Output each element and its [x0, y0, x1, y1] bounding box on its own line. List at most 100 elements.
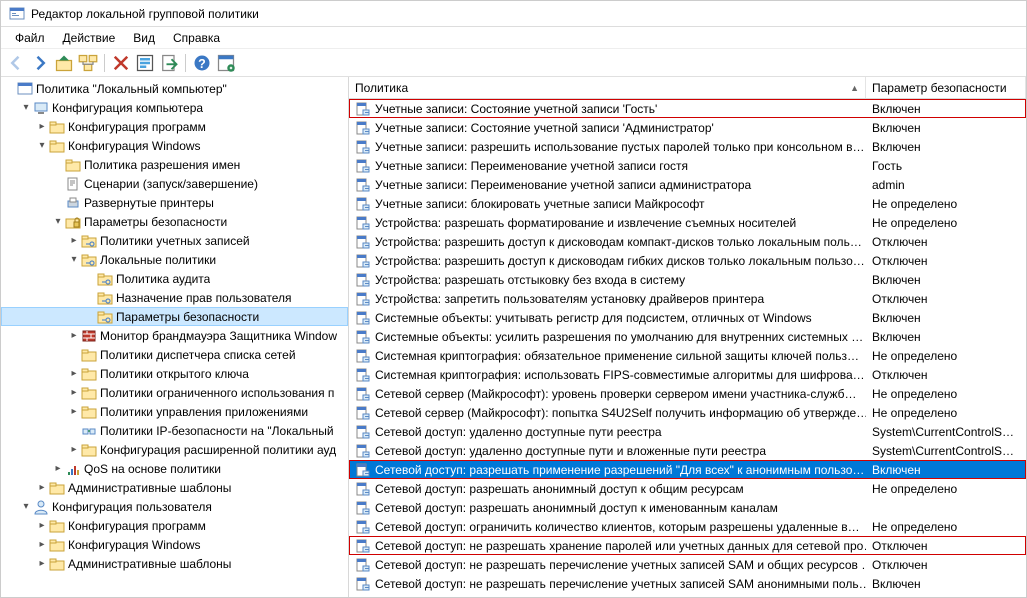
policy-row[interactable]: Учетные записи: Переименование учетной з… [349, 175, 1026, 194]
properties-button[interactable] [215, 52, 237, 74]
policy-row[interactable]: Сетевой доступ: удаленно доступные пути … [349, 422, 1026, 441]
expand-right-icon[interactable]: ▸ [67, 444, 81, 455]
expand-down-icon[interactable]: ▾ [51, 216, 65, 227]
policy-row[interactable]: Системная криптография: обязательное при… [349, 346, 1026, 365]
tree-node[interactable]: ▾Локальные политики [1, 250, 348, 269]
tree-node[interactable]: Развернутые принтеры [1, 193, 348, 212]
expand-down-icon[interactable]: ▾ [19, 501, 33, 512]
policy-row[interactable]: Системные объекты: учитывать регистр для… [349, 308, 1026, 327]
policy-row[interactable]: Сетевой доступ: разрешать применение раз… [349, 460, 1026, 479]
tree-node[interactable]: Сценарии (запуск/завершение) [1, 174, 348, 193]
help-button[interactable]: ? [191, 52, 213, 74]
policy-icon [355, 386, 371, 402]
back-button[interactable] [5, 52, 27, 74]
tree-node[interactable]: ▸QoS на основе политики [1, 459, 348, 478]
tree-node[interactable]: ▾Конфигурация Windows [1, 136, 348, 155]
policy-row[interactable]: Сетевой сервер (Майкрософт): уровень про… [349, 384, 1026, 403]
policy-row[interactable]: Устройства: разрешать отстыковку без вхо… [349, 270, 1026, 289]
expand-right-icon[interactable]: ▸ [35, 539, 49, 550]
tree-node[interactable]: ▸Конфигурация расширенной политики ауд [1, 440, 348, 459]
policy-row[interactable]: Сетевой доступ: не разрешать перечислени… [349, 574, 1026, 593]
policy-row[interactable]: Сетевой доступ: разрешать анонимный дост… [349, 479, 1026, 498]
tree-node[interactable]: ▸ Административные шаблоны [1, 554, 348, 573]
tree-node[interactable]: ▾Параметры безопасности [1, 212, 348, 231]
menu-item[interactable]: Файл [7, 29, 53, 47]
policy-row[interactable]: Устройства: разрешить доступ к дисковода… [349, 251, 1026, 270]
up-button[interactable] [53, 52, 75, 74]
policy-row[interactable]: Сетевой доступ: ограничить количество кл… [349, 517, 1026, 536]
tree-node[interactable]: Политики диспетчера списка сетей [1, 345, 348, 364]
policy-name-label: Учетные записи: разрешить использование … [375, 140, 864, 154]
expand-right-icon[interactable]: ▸ [67, 387, 81, 398]
forward-button[interactable] [29, 52, 51, 74]
expand-down-icon[interactable]: ▾ [35, 140, 49, 151]
policy-row[interactable]: Устройства: разрешать форматирование и и… [349, 213, 1026, 232]
delete-button[interactable] [110, 52, 132, 74]
tree-node-label: Монитор брандмауэра Защитника Window [100, 329, 337, 343]
policy-icon [355, 462, 371, 478]
policy-row[interactable]: Устройства: запретить пользователям уста… [349, 289, 1026, 308]
tree-node[interactable]: Параметры безопасности [1, 307, 348, 326]
tree-node[interactable]: ▸Политики открытого ключа [1, 364, 348, 383]
expand-down-icon[interactable]: ▾ [19, 102, 33, 113]
tree-node[interactable]: ▸Конфигурация программ [1, 516, 348, 535]
policy-row[interactable]: Учетные записи: Состояние учетной записи… [349, 118, 1026, 137]
tree-node[interactable]: ▸Конфигурация программ [1, 117, 348, 136]
tree-node-label: Административные шаблоны [68, 557, 231, 571]
policy-name-cell: Учетные записи: блокировать учетные запи… [349, 195, 866, 213]
menu-item[interactable]: Вид [125, 29, 163, 47]
policy-row[interactable]: Учетные записи: Состояние учетной записи… [349, 99, 1026, 118]
tree-node[interactable]: ▸ Политики управления приложениями [1, 402, 348, 421]
policy-row[interactable]: Системные объекты: усилить разрешения по… [349, 327, 1026, 346]
policy-row[interactable]: Сетевой доступ: разрешать анонимный дост… [349, 498, 1026, 517]
expand-right-icon[interactable]: ▸ [51, 463, 65, 474]
policy-name-cell: Учетные записи: разрешить использование … [349, 138, 866, 156]
policy-value-cell: Не определено [866, 386, 1026, 402]
tree-node[interactable]: ▸Административные шаблоны [1, 478, 348, 497]
column-value[interactable]: Параметр безопасности [866, 77, 1026, 98]
expand-down-icon[interactable]: ▾ [67, 254, 81, 265]
expand-right-icon[interactable]: ▸ [35, 482, 49, 493]
policy-name-cell: Сетевой доступ: ограничить количество кл… [349, 518, 866, 536]
tree-pane[interactable]: Политика "Локальный компьютер"▾Конфигура… [1, 77, 349, 597]
policy-row[interactable]: Сетевой сервер (Майкрософт): попытка S4U… [349, 403, 1026, 422]
expand-right-icon[interactable]: ▸ [67, 330, 81, 341]
tree-node[interactable]: Политика аудита [1, 269, 348, 288]
menu-item[interactable]: Справка [165, 29, 228, 47]
tree-root-node[interactable]: Политика "Локальный компьютер" [1, 79, 348, 98]
expand-right-icon[interactable]: ▸ [67, 368, 81, 379]
tree-node[interactable]: ▸Политики ограниченного использования п [1, 383, 348, 402]
policy-row[interactable]: Системная криптография: использовать FIP… [349, 365, 1026, 384]
policy-row[interactable]: Устройства: разрешить доступ к дисковода… [349, 232, 1026, 251]
expand-right-icon[interactable]: ▸ [35, 558, 49, 569]
expand-right-icon[interactable]: ▸ [35, 121, 49, 132]
policy-rows[interactable]: Учетные записи: Состояние учетной записи… [349, 99, 1026, 597]
policy-row[interactable]: Учетные записи: блокировать учетные запи… [349, 194, 1026, 213]
tree-node[interactable]: Политика разрешения имен [1, 155, 348, 174]
menu-item[interactable]: Действие [55, 29, 124, 47]
policy-row[interactable]: Учетные записи: разрешить использование … [349, 137, 1026, 156]
tree-node[interactable]: ▾Конфигурация компьютера [1, 98, 348, 117]
tree-node-label: Политики управления приложениями [100, 405, 308, 419]
tree-node[interactable]: Политики IP-безопасности на "Локальный [1, 421, 348, 440]
tree-node[interactable]: ▸Конфигурация Windows [1, 535, 348, 554]
policy-name-label: Учетные записи: блокировать учетные запи… [375, 197, 705, 211]
policy-row[interactable]: Сетевой доступ: не разрешать перечислени… [349, 555, 1026, 574]
expand-right-icon[interactable]: ▸ [67, 235, 81, 246]
policy-name-cell: Системная криптография: обязательное при… [349, 347, 866, 365]
tree-node[interactable]: ▸ Монитор брандмауэра Защитника Window [1, 326, 348, 345]
policy-row[interactable]: Сетевой доступ: удаленно доступные пути … [349, 441, 1026, 460]
policy-row[interactable]: Сетевой доступ: не разрешать хранение па… [349, 536, 1026, 555]
refresh-button[interactable] [134, 52, 156, 74]
policy-name-label: Сетевой доступ: разрешать применение раз… [375, 463, 864, 477]
tree-node[interactable]: ▾Конфигурация пользователя [1, 497, 348, 516]
column-policy[interactable]: Политика ▲ [349, 77, 866, 98]
tree-node[interactable]: ▸Политики учетных записей [1, 231, 348, 250]
show-tree-button[interactable] [77, 52, 99, 74]
list-header[interactable]: Политика ▲ Параметр безопасности [349, 77, 1026, 99]
export-button[interactable] [158, 52, 180, 74]
tree-node[interactable]: Назначение прав пользователя [1, 288, 348, 307]
expand-right-icon[interactable]: ▸ [67, 406, 81, 417]
policy-row[interactable]: Учетные записи: Переименование учетной з… [349, 156, 1026, 175]
expand-right-icon[interactable]: ▸ [35, 520, 49, 531]
